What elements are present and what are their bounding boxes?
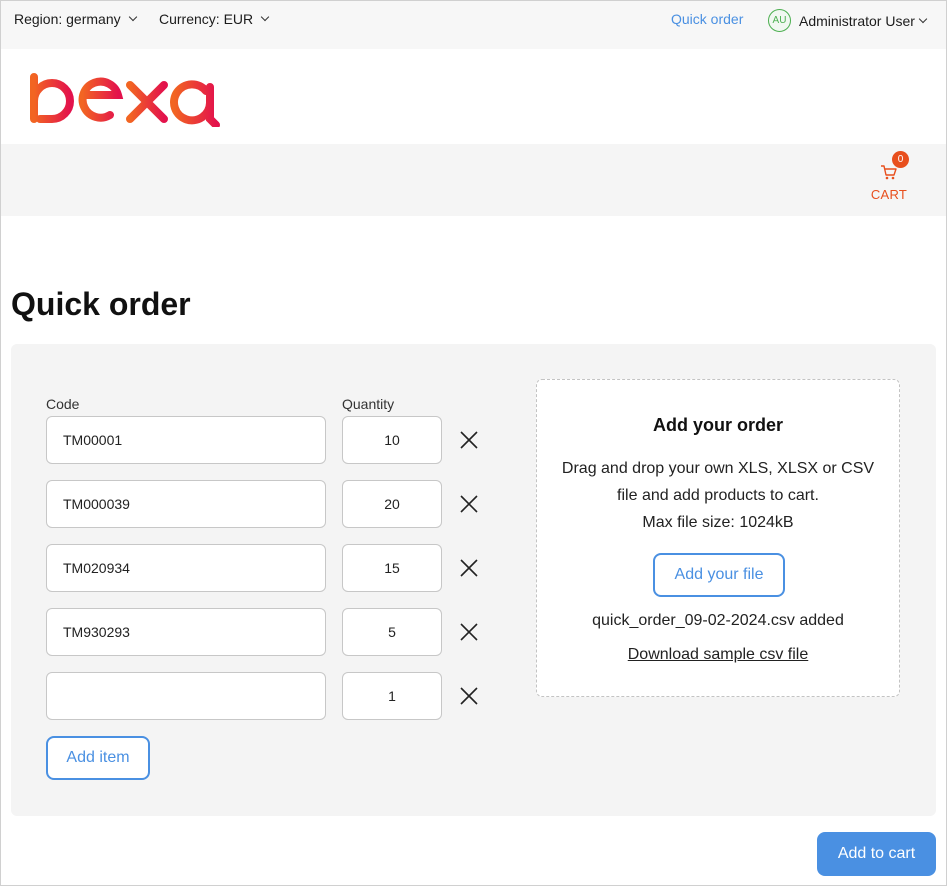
added-file-status: quick_order_09-02-2024.csv added xyxy=(592,612,844,629)
download-sample-label: Download sample csv file xyxy=(627,646,809,663)
drop-zone-instructions: Drag and drop your own XLS, XLSX or CSV … xyxy=(561,460,875,504)
remove-row-button[interactable] xyxy=(459,494,479,514)
close-icon xyxy=(460,431,478,449)
cart-bar: 0 CART xyxy=(1,144,946,216)
avatar: AU xyxy=(768,9,791,32)
drop-zone-description: Drag and drop your own XLS, XLSX or CSV … xyxy=(557,455,879,536)
add-file-button[interactable]: Add your file xyxy=(653,553,785,597)
code-input[interactable]: TM930293 xyxy=(46,608,326,656)
cart-label: CART xyxy=(870,187,908,202)
add-item-button[interactable]: Add item xyxy=(46,736,150,780)
code-column-label: Code xyxy=(46,396,80,412)
close-icon xyxy=(460,495,478,513)
file-drop-zone[interactable]: Add your order Drag and drop your own XL… xyxy=(536,379,900,697)
add-to-cart-button[interactable]: Add to cart xyxy=(817,832,936,876)
remove-row-button[interactable] xyxy=(459,686,479,706)
chevron-down-icon xyxy=(128,12,137,22)
page-title: Quick order xyxy=(11,286,191,322)
quantity-input[interactable]: 1 xyxy=(342,672,442,720)
currency-selector[interactable]: Currency: EUR xyxy=(159,11,270,27)
top-bar: Region: germany Currency: EUR Quick orde… xyxy=(1,1,946,49)
user-menu[interactable]: AU Administrator User xyxy=(768,9,928,32)
cart-count-badge: 0 xyxy=(892,151,909,168)
drop-zone-title: Add your order xyxy=(652,415,783,435)
code-input[interactable]: TM000039 xyxy=(46,480,326,528)
remove-row-button[interactable] xyxy=(459,430,479,450)
ibexa-logo[interactable] xyxy=(10,67,220,132)
user-name: Administrator User xyxy=(799,12,915,29)
remove-row-button[interactable] xyxy=(459,558,479,578)
code-input[interactable] xyxy=(46,672,326,720)
region-selector[interactable]: Region: germany xyxy=(14,11,137,27)
quantity-input[interactable]: 20 xyxy=(342,480,442,528)
quick-order-panel: Code Quantity TM00001 10 TM000039 20 TM0… xyxy=(11,344,936,816)
chevron-down-icon xyxy=(260,12,270,22)
header xyxy=(1,49,946,144)
max-file-size: Max file size: 1024kB xyxy=(642,514,794,531)
region-label: Region: germany xyxy=(14,11,121,27)
quantity-input[interactable]: 5 xyxy=(342,608,442,656)
download-sample-link[interactable]: Download sample csv file xyxy=(537,646,899,664)
close-icon xyxy=(460,687,478,705)
chevron-down-icon xyxy=(918,14,928,23)
cart-button[interactable]: 0 CART xyxy=(869,151,909,202)
code-input[interactable]: TM020934 xyxy=(46,544,326,592)
quick-order-link[interactable]: Quick order xyxy=(671,11,743,27)
quantity-input[interactable]: 10 xyxy=(342,416,442,464)
quantity-input[interactable]: 15 xyxy=(342,544,442,592)
code-input[interactable]: TM00001 xyxy=(46,416,326,464)
remove-row-button[interactable] xyxy=(459,622,479,642)
currency-label: Currency: EUR xyxy=(159,11,254,27)
close-icon xyxy=(460,623,478,641)
quantity-column-label: Quantity xyxy=(342,396,395,412)
close-icon xyxy=(460,559,478,577)
